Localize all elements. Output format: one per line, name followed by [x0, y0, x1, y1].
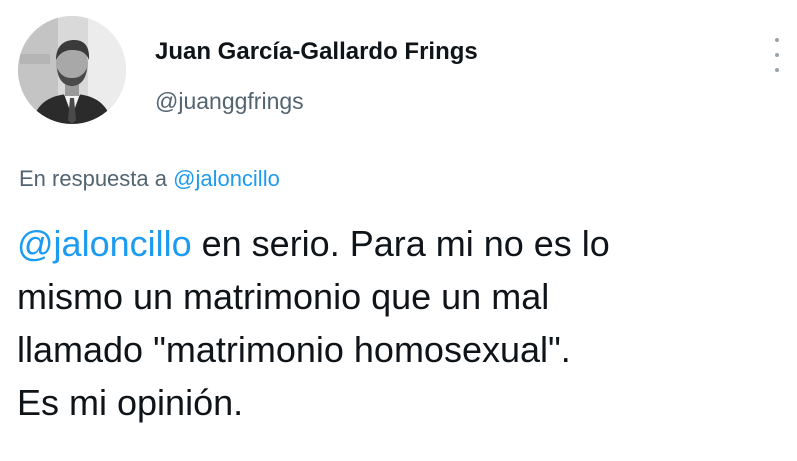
more-dot: [775, 68, 779, 72]
tweet-mention-link[interactable]: @jaloncillo: [17, 223, 192, 264]
user-handle[interactable]: @juanggfrings: [155, 88, 304, 115]
tweet-line-4: Es mi opinión.: [17, 382, 244, 423]
user-display-name[interactable]: Juan García-Gallardo Frings: [155, 38, 478, 66]
reply-context: En respuesta a @jaloncillo: [19, 166, 280, 192]
tweet-card: Juan García-Gallardo Frings @juanggfring…: [0, 0, 797, 461]
avatar[interactable]: [18, 16, 126, 124]
avatar-photo: [18, 16, 126, 124]
tweet-line-1: @jaloncillo en serio. Para mi no es lo: [17, 217, 787, 270]
tweet-line-2: mismo un matrimonio que un mal: [17, 276, 550, 317]
more-dot: [775, 38, 779, 42]
tweet-line-1-text: en serio. Para mi no es lo: [191, 223, 610, 264]
tweet-line-3: llamado "matrimonio homosexual".: [17, 329, 571, 370]
reply-mention-link[interactable]: @jaloncillo: [173, 166, 280, 191]
reply-prefix: En respuesta a: [19, 166, 174, 191]
more-dot: [775, 53, 779, 57]
more-vertical-icon[interactable]: [770, 38, 784, 72]
tweet-text: @jaloncillo en serio. Para mi no es lo m…: [17, 217, 787, 429]
